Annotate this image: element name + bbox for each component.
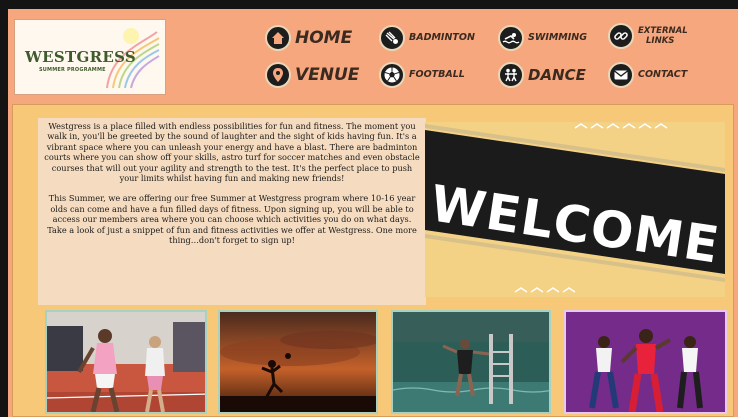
- badminton-photo: [45, 310, 207, 414]
- football-icon: [379, 62, 405, 88]
- header: WESTGRESS SUMMER PROGRAMME HOME VENUE BA…: [8, 9, 738, 104]
- swimming-photo: [391, 310, 551, 414]
- page: WESTGRESS SUMMER PROGRAMME HOME VENUE BA…: [8, 9, 738, 417]
- dance-photo: [564, 310, 727, 414]
- intro-paragraph-1: Westgress is a place filled with endless…: [44, 121, 420, 184]
- nav-home-label: HOME: [295, 27, 353, 48]
- nav-football[interactable]: FOOTBALL: [379, 62, 465, 88]
- intro-text-panel: Westgress is a place filled with endless…: [38, 118, 426, 305]
- nav-external-links-label: EXTERNAL LINKS: [638, 26, 688, 46]
- welcome-banner: WELCOME: [425, 122, 725, 297]
- link-chain-icon: [608, 23, 634, 49]
- home-icon: [265, 25, 291, 51]
- nav-external-links-line2: LINKS: [646, 36, 675, 46]
- nav-external-links-line1: EXTERNAL: [638, 26, 688, 36]
- nav-venue-label: VENUE: [295, 64, 360, 85]
- football-sunset-photo: [218, 310, 378, 414]
- logo[interactable]: WESTGRESS SUMMER PROGRAMME: [14, 19, 166, 95]
- nav-swimming-label: SWIMMING: [528, 32, 588, 44]
- envelope-icon: [608, 62, 634, 88]
- nav-badminton-label: BADMINTON: [409, 32, 475, 44]
- nav-dance-label: DANCE: [528, 65, 586, 84]
- nav-venue[interactable]: VENUE: [265, 62, 359, 88]
- nav-badminton[interactable]: BADMINTON: [379, 25, 475, 51]
- nav-contact-label: CONTACT: [638, 69, 688, 81]
- logo-subtitle: SUMMER PROGRAMME: [39, 67, 106, 73]
- intro-paragraph-2: This Summer, we are offering our free Su…: [47, 193, 417, 246]
- nav-contact[interactable]: CONTACT: [608, 62, 687, 88]
- shuttlecock-icon: [379, 25, 405, 51]
- nav-swimming[interactable]: SWIMMING: [498, 25, 587, 51]
- swimmer-icon: [498, 25, 524, 51]
- logo-title: WESTGRESS: [25, 48, 137, 66]
- location-pin-icon: [265, 62, 291, 88]
- nav-football-label: FOOTBALL: [409, 69, 465, 81]
- main-content: Westgress is a place filled with endless…: [12, 104, 734, 417]
- nav-dance[interactable]: DANCE: [498, 62, 586, 88]
- nav-external-links[interactable]: EXTERNAL LINKS: [608, 23, 688, 49]
- dancers-icon: [498, 62, 524, 88]
- nav-home[interactable]: HOME: [265, 25, 352, 51]
